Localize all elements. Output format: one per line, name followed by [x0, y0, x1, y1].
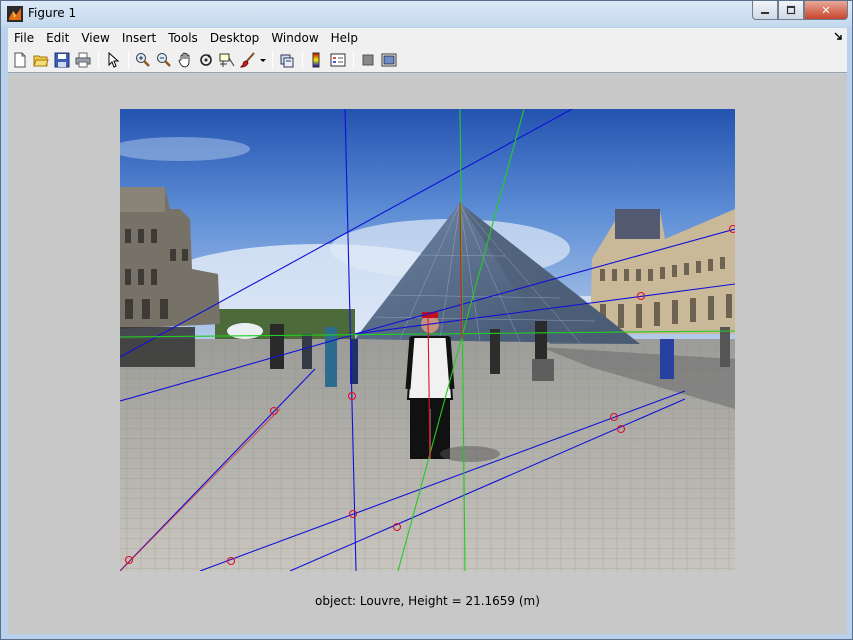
- close-icon: ✕: [821, 3, 831, 17]
- link-plot-icon: [280, 54, 294, 68]
- pavilion-roof: [615, 209, 660, 239]
- new-figure-button[interactable]: [10, 50, 30, 70]
- edit-plot-button[interactable]: [103, 50, 123, 70]
- menu-tools[interactable]: Tools: [162, 31, 204, 45]
- link-plot-button[interactable]: [277, 50, 297, 70]
- menu-help[interactable]: Help: [325, 31, 364, 45]
- toolbar-separator: [272, 51, 273, 69]
- pavilion-roof: [120, 187, 165, 212]
- data-cursor-button[interactable]: [217, 50, 237, 70]
- rotate-3d-icon: [200, 54, 212, 66]
- toolbar-separator: [353, 51, 354, 69]
- matlab-icon: [7, 6, 23, 22]
- colorbar-button[interactable]: [307, 50, 327, 70]
- figure-canvas[interactable]: object: Louvre, Height = 21.1659 (m): [8, 74, 847, 634]
- figure-caption: object: Louvre, Height = 21.1659 (m): [315, 594, 540, 608]
- print-button[interactable]: [73, 50, 93, 70]
- legend-icon: [330, 53, 346, 67]
- menu-desktop[interactable]: Desktop: [204, 31, 266, 45]
- toolbar-separator: [98, 51, 99, 69]
- zoom-out-icon: [157, 53, 171, 67]
- edit-plot-icon: [108, 52, 120, 68]
- show-plot-tools-button[interactable]: [379, 50, 399, 70]
- save-icon: [54, 52, 70, 68]
- print-icon: [75, 52, 91, 68]
- menu-file[interactable]: File: [8, 31, 40, 45]
- zoom-in-button[interactable]: [133, 50, 153, 70]
- zoom-in-icon: [136, 53, 150, 67]
- fountain: [227, 323, 263, 339]
- brush-dropdown[interactable]: [259, 50, 267, 70]
- save-button[interactable]: [52, 50, 72, 70]
- show-plot-tools-icon: [381, 53, 397, 67]
- pan-button[interactable]: [175, 50, 195, 70]
- title-bar[interactable]: Figure 1 ✕: [1, 1, 852, 27]
- maximize-icon: [786, 5, 796, 15]
- zoom-out-button[interactable]: [154, 50, 174, 70]
- dock-arrow-icon[interactable]: [833, 31, 843, 41]
- menu-window[interactable]: Window: [265, 31, 324, 45]
- figure-window: Figure 1 ✕ File Edit View Insert Tools D…: [0, 0, 853, 640]
- open-file-button[interactable]: [31, 50, 51, 70]
- menu-bar: File Edit View Insert Tools Desktop Wind…: [8, 28, 847, 48]
- open-file-icon: [33, 55, 49, 67]
- menu-view[interactable]: View: [75, 31, 115, 45]
- figure-toolbar: [8, 48, 847, 73]
- maximize-button[interactable]: [778, 1, 804, 20]
- brush-icon: [240, 52, 255, 68]
- menu-edit[interactable]: Edit: [40, 31, 75, 45]
- rotate-3d-button[interactable]: [196, 50, 216, 70]
- colorbar-icon: [312, 52, 320, 68]
- hide-plot-tools-icon: [362, 54, 374, 66]
- menu-insert[interactable]: Insert: [116, 31, 162, 45]
- axes-image[interactable]: [120, 109, 735, 571]
- chevron-down-icon: [260, 59, 266, 62]
- hide-plot-tools-button[interactable]: [358, 50, 378, 70]
- minimize-button[interactable]: [752, 1, 778, 20]
- brush-button[interactable]: [238, 50, 258, 70]
- close-button[interactable]: ✕: [804, 1, 848, 20]
- pan-icon: [178, 52, 190, 68]
- minimize-icon: [761, 12, 769, 14]
- legend-button[interactable]: [328, 50, 348, 70]
- data-cursor-icon: [219, 53, 235, 67]
- window-title: Figure 1: [28, 6, 77, 20]
- toolbar-separator: [128, 51, 129, 69]
- toolbar-separator: [302, 51, 303, 69]
- new-figure-icon: [14, 52, 26, 68]
